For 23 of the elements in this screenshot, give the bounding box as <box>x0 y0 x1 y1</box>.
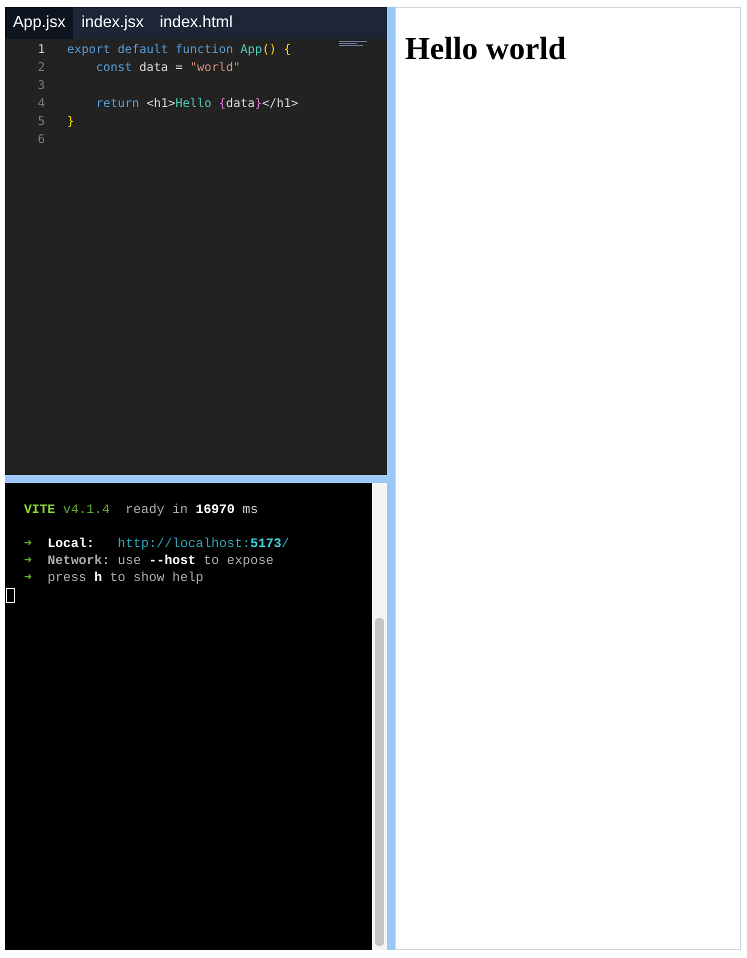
code-line: const data = "world" <box>94 59 240 76</box>
cursor-icon <box>6 588 15 603</box>
line-number: 3 <box>36 77 45 94</box>
terminal-line: ➜ Network: use --host to expose <box>24 553 274 568</box>
splitter-handle[interactable] <box>387 7 395 950</box>
preview-heading: Hello world <box>405 29 567 68</box>
line-number: 4 <box>36 95 45 112</box>
line-number: 5 <box>36 113 45 130</box>
splitter-handle[interactable] <box>5 475 387 483</box>
terminal-line: VITE v4.1.4 ready in 16970 ms <box>24 502 258 517</box>
line-number: 2 <box>36 59 45 76</box>
code-line: export default function App() { <box>67 41 291 58</box>
file-tab[interactable]: App.jsx <box>5 7 74 39</box>
code-line: } <box>67 113 74 130</box>
terminal-line: ➜ press h to show help <box>24 570 204 585</box>
line-number: 6 <box>36 131 45 148</box>
code-line: return <h1>Hello {data}</h1> <box>94 95 298 112</box>
minimap-drawing <box>339 41 369 49</box>
scrollbar-thumb[interactable] <box>375 618 384 946</box>
file-tab[interactable]: index.jsx <box>73 7 152 39</box>
file-tab[interactable]: index.html <box>152 7 241 39</box>
terminal-line: ➜ Local: http://localhost:5173/ <box>24 536 290 551</box>
line-number: 1 <box>36 41 45 58</box>
